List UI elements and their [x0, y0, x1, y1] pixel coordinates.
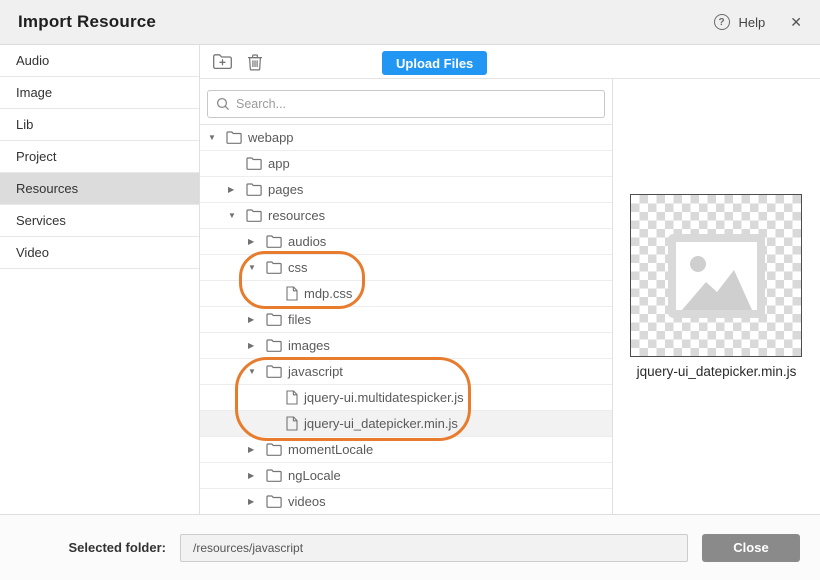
tree-row-resources[interactable]: ▼ resources [200, 203, 612, 229]
chevron-down-icon[interactable]: ▼ [248, 367, 266, 376]
folder-icon [246, 183, 262, 196]
folder-icon [266, 443, 282, 456]
chevron-right-icon[interactable]: ▶ [248, 315, 266, 324]
tree-row-audios[interactable]: ▶ audios [200, 229, 612, 255]
tree-row-momentLocale[interactable]: ▶ momentLocale [200, 437, 612, 463]
file-icon [286, 416, 298, 431]
preview-caption: jquery-ui_datepicker.min.js [613, 364, 820, 379]
chevron-right-icon[interactable]: ▶ [248, 237, 266, 246]
tree-node-label: javascript [288, 364, 343, 379]
dialog-title: Import Resource [18, 12, 156, 32]
selected-folder-label: Selected folder: [0, 540, 166, 555]
sidebar-item-project[interactable]: Project [0, 141, 199, 173]
selected-folder-input[interactable] [180, 534, 688, 562]
tree-panel: ▼ webapp app ▶ pages ▼ resources ▶ audios ▼ css mdp… [200, 79, 613, 514]
chevron-down-icon[interactable]: ▼ [248, 263, 266, 272]
toolbar: Upload Files [200, 45, 820, 79]
chevron-right-icon[interactable]: ▶ [248, 445, 266, 454]
sidebar-item-audio[interactable]: Audio [0, 45, 199, 77]
tree-row-jquery-ui_datepicker.min.js[interactable]: jquery-ui_datepicker.min.js [200, 411, 612, 437]
dialog-footer: Selected folder: Close [0, 514, 820, 580]
tree-row-ngLocale[interactable]: ▶ ngLocale [200, 463, 612, 489]
chevron-right-icon[interactable]: ▶ [228, 185, 246, 194]
tree-node-label: css [288, 260, 308, 275]
tree-node-label: audios [288, 234, 326, 249]
sidebar-item-services[interactable]: Services [0, 205, 199, 237]
folder-icon [266, 469, 282, 482]
folder-icon [266, 339, 282, 352]
main-region: Upload Files ▼ webapp app ▶ pages ▼ resources ▶… [200, 45, 820, 514]
help-link[interactable]: Help [739, 15, 766, 30]
sidebar-item-image[interactable]: Image [0, 77, 199, 109]
sidebar-item-video[interactable]: Video [0, 237, 199, 269]
file-icon [286, 286, 298, 301]
folder-icon [266, 495, 282, 508]
search-input[interactable] [236, 97, 596, 111]
tree-node-label: app [268, 156, 290, 171]
tree-node-label: jquery-ui_datepicker.min.js [304, 416, 458, 431]
tree-node-label: files [288, 312, 311, 327]
search-icon [216, 97, 230, 111]
tree-row-mdp.css[interactable]: mdp.css [200, 281, 612, 307]
sidebar-item-lib[interactable]: Lib [0, 109, 199, 141]
chevron-down-icon[interactable]: ▼ [228, 211, 246, 220]
tree-row-files[interactable]: ▶ files [200, 307, 612, 333]
tree-node-label: ngLocale [288, 468, 341, 483]
preview-panel: jquery-ui_datepicker.min.js [613, 79, 820, 514]
preview-image-placeholder [630, 194, 802, 357]
folder-icon [246, 157, 262, 170]
folder-icon [266, 313, 282, 326]
chevron-right-icon[interactable]: ▶ [248, 341, 266, 350]
folder-icon [266, 365, 282, 378]
image-glyph [676, 242, 757, 310]
content-row: ▼ webapp app ▶ pages ▼ resources ▶ audios ▼ css mdp… [200, 79, 820, 514]
upload-files-button[interactable]: Upload Files [382, 51, 487, 75]
chevron-right-icon[interactable]: ▶ [248, 497, 266, 506]
tree-row-jquery-ui.multidatespicker.js[interactable]: jquery-ui.multidatespicker.js [200, 385, 612, 411]
import-resource-dialog: Import Resource ? Help ✕ AudioImageLibPr… [0, 0, 820, 580]
tree-node-label: jquery-ui.multidatespicker.js [304, 390, 464, 405]
tree-node-label: webapp [248, 130, 294, 145]
sidebar-item-resources[interactable]: Resources [0, 173, 199, 205]
folder-icon [246, 209, 262, 222]
folder-icon [226, 131, 242, 144]
tree-row-webapp[interactable]: ▼ webapp [200, 125, 612, 151]
image-placeholder-icon [668, 234, 765, 318]
tree-node-label: images [288, 338, 330, 353]
help-icon[interactable]: ? [714, 14, 730, 30]
tree-row-javascript[interactable]: ▼ javascript [200, 359, 612, 385]
tree-row-pages[interactable]: ▶ pages [200, 177, 612, 203]
dialog-header: Import Resource ? Help ✕ [0, 0, 820, 45]
tree-node-label: videos [288, 494, 326, 509]
tree-node-label: momentLocale [288, 442, 373, 457]
tree-row-css[interactable]: ▼ css [200, 255, 612, 281]
tree-row-videos[interactable]: ▶ videos [200, 489, 612, 514]
chevron-right-icon[interactable]: ▶ [248, 471, 266, 480]
tree-node-label: pages [268, 182, 303, 197]
delete-icon[interactable] [247, 53, 263, 71]
tree-node-label: resources [268, 208, 325, 223]
file-icon [286, 390, 298, 405]
folder-icon [266, 261, 282, 274]
search-box [207, 90, 605, 118]
header-actions: ? Help ✕ [714, 14, 802, 31]
close-button[interactable]: Close [702, 534, 800, 562]
tree-row-images[interactable]: ▶ images [200, 333, 612, 359]
file-tree: ▼ webapp app ▶ pages ▼ resources ▶ audios ▼ css mdp… [200, 124, 612, 514]
dialog-body: AudioImageLibProjectResourcesServicesVid… [0, 45, 820, 514]
tree-node-label: mdp.css [304, 286, 352, 301]
sidebar: AudioImageLibProjectResourcesServicesVid… [0, 45, 200, 514]
folder-icon [266, 235, 282, 248]
close-icon[interactable]: ✕ [790, 14, 802, 31]
add-folder-icon[interactable] [212, 53, 233, 70]
tree-row-app[interactable]: app [200, 151, 612, 177]
chevron-down-icon[interactable]: ▼ [208, 133, 226, 142]
